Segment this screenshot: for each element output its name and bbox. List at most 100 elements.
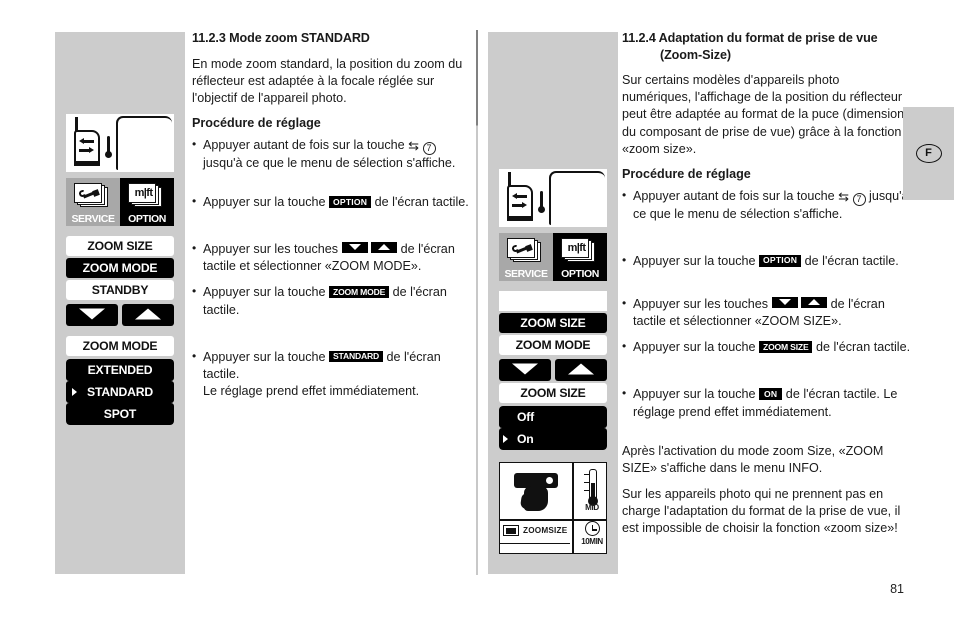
submenu-item-spot[interactable]: SPOT xyxy=(66,403,174,425)
menu-arrow-buttons xyxy=(66,304,174,326)
zoom-mode-key-badge[interactable]: ZOOM MODE xyxy=(329,286,390,299)
left-menu-screen-2: ZOOM MODE EXTENDED STANDARD SPOT xyxy=(66,336,174,425)
submenu-item-standard[interactable]: STANDARD xyxy=(66,381,174,403)
left-step-5: Appuyer sur la touche STANDARD de l'écra… xyxy=(192,348,472,400)
option-icon[interactable]: m|ft OPTION xyxy=(120,178,174,226)
right-step-4-post: de l'écran tactile. xyxy=(812,340,911,355)
arrow-up-key-badge[interactable] xyxy=(371,242,398,254)
option-icon-label: OPTION xyxy=(128,213,166,225)
option-key-badge[interactable]: OPTION xyxy=(329,196,372,208)
submenu-item-on-label: On xyxy=(517,432,534,446)
mft-icon-label: m|ft xyxy=(567,242,586,254)
option-icon-label: OPTION xyxy=(561,268,599,280)
submenu-header-zoom-mode: ZOOM MODE xyxy=(66,336,174,356)
menu-item-blank[interactable] xyxy=(499,291,607,311)
right-step-3: Appuyer sur les touches de l'écran tacti… xyxy=(622,295,912,330)
right-step-5: Appuyer sur la touche ON de l'écran tact… xyxy=(622,385,912,420)
left-step-4-pre: Appuyer sur la touche xyxy=(203,285,330,300)
menu-item-zoom-mode[interactable]: ZOOM MODE xyxy=(499,335,607,355)
submenu-item-standard-label: STANDARD xyxy=(87,385,153,399)
flash-head-lcd-icon xyxy=(66,114,174,172)
arrow-down-key-badge[interactable] xyxy=(341,242,368,254)
right-section-title-line1: 11.2.4 Adaptation du format de prise de … xyxy=(622,31,878,45)
arrow-up-key-badge[interactable] xyxy=(801,297,828,309)
left-section-title: 11.2.3 Mode zoom STANDARD xyxy=(192,31,370,45)
arrow-down-key-badge[interactable] xyxy=(771,297,798,309)
arrow-left-icon xyxy=(512,202,527,208)
temperature-gauge-label: MID xyxy=(585,503,599,512)
zoomsize-chip-icon xyxy=(503,525,519,536)
on-key-badge[interactable]: ON xyxy=(759,388,783,401)
mft-icon-label: m|ft xyxy=(134,187,153,199)
left-figure-sidebar: SERVICE m|ft OPTION ZOOM SIZE ZOOM MODE … xyxy=(55,32,185,574)
arrow-right-icon xyxy=(79,138,94,144)
left-step-2: Appuyer sur la touche OPTION de l'écran … xyxy=(192,193,472,211)
swap-key-icon: ⇆ xyxy=(838,188,850,204)
zoom-size-key-badge[interactable]: ZOOM SIZE xyxy=(759,341,813,353)
left-step-2-pre: Appuyer sur la touche xyxy=(203,195,330,210)
swap-key-icon: ⇆ xyxy=(408,137,420,153)
left-step-1: Appuyer autant de fois sur la touche ⇆ 7… xyxy=(192,136,472,172)
option-icon[interactable]: m|ft OPTION xyxy=(553,233,607,281)
service-icon[interactable]: SERVICE xyxy=(499,233,553,281)
selection-marker-icon xyxy=(503,435,508,443)
arrow-up-button[interactable] xyxy=(122,304,174,326)
menu-item-zoom-size[interactable]: ZOOM SIZE xyxy=(499,313,607,333)
column-divider xyxy=(476,30,478,575)
right-step-4: Appuyer sur la touche ZOOM SIZE de l'écr… xyxy=(622,338,912,356)
lcd-zoomsize-row: ZOOMSIZE xyxy=(503,523,569,538)
service-icon-label: SERVICE xyxy=(71,213,115,225)
submenu-options: EXTENDED STANDARD SPOT xyxy=(66,359,174,425)
right-note-1: Après l'activation du mode zoom Size, «Z… xyxy=(622,443,884,475)
submenu-item-off[interactable]: Off xyxy=(499,406,607,428)
selection-marker-icon xyxy=(72,388,77,396)
right-step-2: Appuyer sur la touche OPTION de l'écran … xyxy=(622,252,912,270)
left-step-2-post: de l'écran tactile. xyxy=(371,195,469,210)
right-lcd-head-graphic xyxy=(499,169,607,227)
language-tab-letter: F xyxy=(915,144,942,163)
left-step-5-extra: Le réglage prend effet immédiatement. xyxy=(203,383,420,398)
option-key-badge[interactable]: OPTION xyxy=(759,254,802,267)
left-menu-screen-1: ZOOM SIZE ZOOM MODE STANDBY xyxy=(66,236,174,328)
wrench-icon xyxy=(78,188,100,200)
right-step-2-post: de l'écran tactile. xyxy=(801,253,899,268)
standard-key-badge[interactable]: STANDARD xyxy=(329,350,383,363)
arrow-down-button[interactable] xyxy=(499,359,551,381)
right-note-2: Sur les appareils photo qui ne prennent … xyxy=(622,486,901,536)
right-figure-sidebar: SERVICE m|ft OPTION ZOOM SIZE ZOOM MODE xyxy=(488,32,618,574)
menu-arrow-buttons xyxy=(499,359,607,381)
left-service-option-icons: SERVICE m|ft OPTION xyxy=(66,178,174,226)
key-number-7: 7 xyxy=(422,141,436,155)
flash-head-lcd-icon xyxy=(499,169,607,227)
menu-item-standby[interactable]: STANDBY xyxy=(66,280,174,300)
left-step-1-post: jusqu'à ce que le menu de sélection s'af… xyxy=(203,155,456,170)
right-menu-screen-2: ZOOM SIZE Off On xyxy=(499,383,607,450)
thermometer-icon xyxy=(537,191,545,215)
submenu-item-extended[interactable]: EXTENDED xyxy=(66,359,174,381)
submenu-item-on[interactable]: On xyxy=(499,428,607,450)
lcd-timer: 10MIN xyxy=(578,521,606,546)
info-menu-lcd: MID ZOOMSIZE 10MIN xyxy=(499,462,607,554)
flash-unit-icon xyxy=(512,471,564,513)
arrow-left-icon xyxy=(79,147,94,153)
right-text-column: 11.2.4 Adaptation du format de prise de … xyxy=(622,30,912,546)
arrow-down-button[interactable] xyxy=(66,304,118,326)
service-icon[interactable]: SERVICE xyxy=(66,178,120,226)
submenu-options: Off On xyxy=(499,406,607,450)
lcd-timer-label: 10MIN xyxy=(581,537,603,546)
thermometer-icon xyxy=(104,136,112,160)
left-step-4: Appuyer sur la touche ZOOM MODE de l'écr… xyxy=(192,283,472,318)
arrow-right-icon xyxy=(512,193,527,199)
right-step-1: Appuyer autant de fois sur la touche ⇆ 7… xyxy=(622,187,912,223)
left-step-1-pre: Appuyer autant de fois sur la touche xyxy=(203,137,409,152)
service-icon-label: SERVICE xyxy=(504,268,548,280)
right-section-title: 11.2.4 Adaptation du format de prise de … xyxy=(622,30,912,63)
left-lcd-head-graphic xyxy=(66,114,174,172)
menu-item-zoom-mode[interactable]: ZOOM MODE xyxy=(66,258,174,278)
right-step-1-pre: Appuyer autant de fois sur la touche xyxy=(633,188,839,203)
arrow-up-button[interactable] xyxy=(555,359,607,381)
menu-item-zoom-size[interactable]: ZOOM SIZE xyxy=(66,236,174,256)
wrench-icon xyxy=(511,243,533,255)
right-section-title-line2: (Zoom-Size) xyxy=(660,47,731,62)
language-tab-marker: F xyxy=(903,107,954,200)
